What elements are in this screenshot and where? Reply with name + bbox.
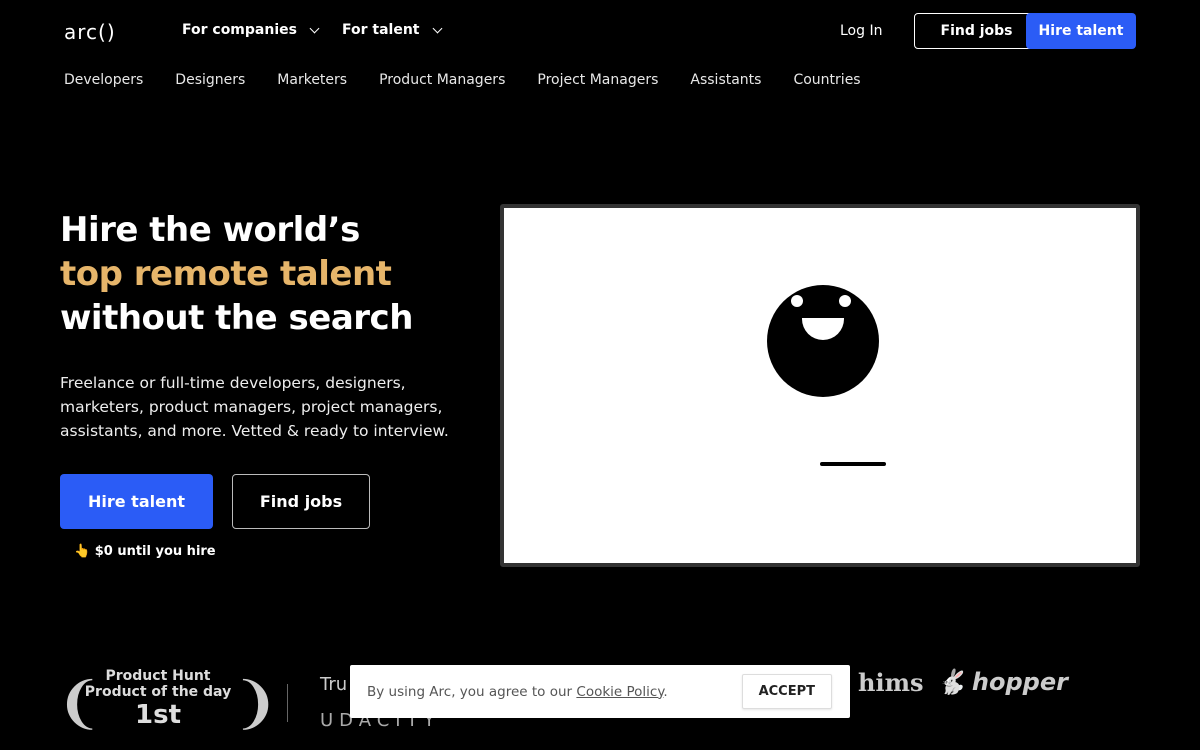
divider: [287, 684, 288, 722]
ph-line2: Product of the day: [84, 684, 232, 700]
cookie-banner: By using Arc, you agree to our Cookie Po…: [350, 665, 850, 718]
cookie-policy-link[interactable]: Cookie Policy: [576, 684, 663, 700]
hero-find-jobs-button[interactable]: Find jobs: [232, 474, 370, 529]
right-eye: [839, 295, 851, 307]
cookie-text: By using Arc, you agree to our Cookie Po…: [367, 684, 668, 700]
smiley-face-icon: [767, 285, 879, 397]
accept-cookies-button[interactable]: ACCEPT: [741, 674, 832, 709]
subnav-countries[interactable]: Countries: [793, 72, 860, 88]
subnav-marketers[interactable]: Marketers: [277, 72, 347, 88]
nav-for-talent[interactable]: For talent: [342, 22, 442, 38]
nav-for-companies[interactable]: For companies: [182, 22, 320, 38]
product-hunt-badge: Product Hunt Product of the day 1st: [60, 668, 256, 730]
nav-label: For companies: [182, 22, 297, 38]
ph-rank: 1st: [135, 700, 181, 730]
chevron-down-icon: [432, 23, 442, 33]
cookie-period: .: [663, 683, 668, 700]
hopper-text: hopper: [971, 668, 1068, 696]
ph-line1: Product Hunt: [105, 668, 211, 684]
pricing-note: 👆 $0 until you hire: [74, 544, 216, 559]
subnav-product-managers[interactable]: Product Managers: [379, 72, 505, 88]
hopper-logo: 🐇 hopper: [936, 668, 1068, 696]
hero-title: Hire the world’s top remote talent witho…: [60, 208, 413, 340]
subnav-developers[interactable]: Developers: [64, 72, 143, 88]
subnav-designers[interactable]: Designers: [175, 72, 245, 88]
cookie-message: By using Arc, you agree to our: [367, 683, 577, 700]
header-hire-talent-button[interactable]: Hire talent: [1026, 13, 1136, 49]
rabbit-icon: 🐇: [936, 668, 966, 696]
login-link[interactable]: Log In: [840, 23, 882, 39]
hero-hire-talent-button[interactable]: Hire talent: [60, 474, 213, 529]
subnav-assistants[interactable]: Assistants: [690, 72, 761, 88]
hero-description: Freelance or full-time developers, desig…: [60, 374, 449, 440]
category-nav: Developers Designers Marketers Product M…: [64, 72, 861, 88]
smile: [802, 318, 844, 340]
underline-bar: [820, 462, 886, 466]
hero-title-highlight: top remote talent: [60, 254, 392, 294]
subnav-project-managers[interactable]: Project Managers: [537, 72, 658, 88]
left-eye: [791, 295, 803, 307]
trusted-by-label: Tru: [320, 674, 348, 695]
pricing-note-text: $0 until you hire: [94, 544, 216, 559]
hero-title-line3: without the search: [60, 298, 413, 338]
hims-logo: hims: [858, 668, 924, 697]
header-find-jobs-button[interactable]: Find jobs: [914, 13, 1039, 49]
arc-logo[interactable]: arc(): [64, 20, 116, 44]
chevron-down-icon: [309, 23, 320, 33]
pointing-hand-icon: 👆: [74, 544, 91, 559]
nav-label: For talent: [342, 22, 420, 38]
hero-animation: [500, 204, 1140, 567]
hero-title-line1: Hire the world’s: [60, 210, 360, 250]
